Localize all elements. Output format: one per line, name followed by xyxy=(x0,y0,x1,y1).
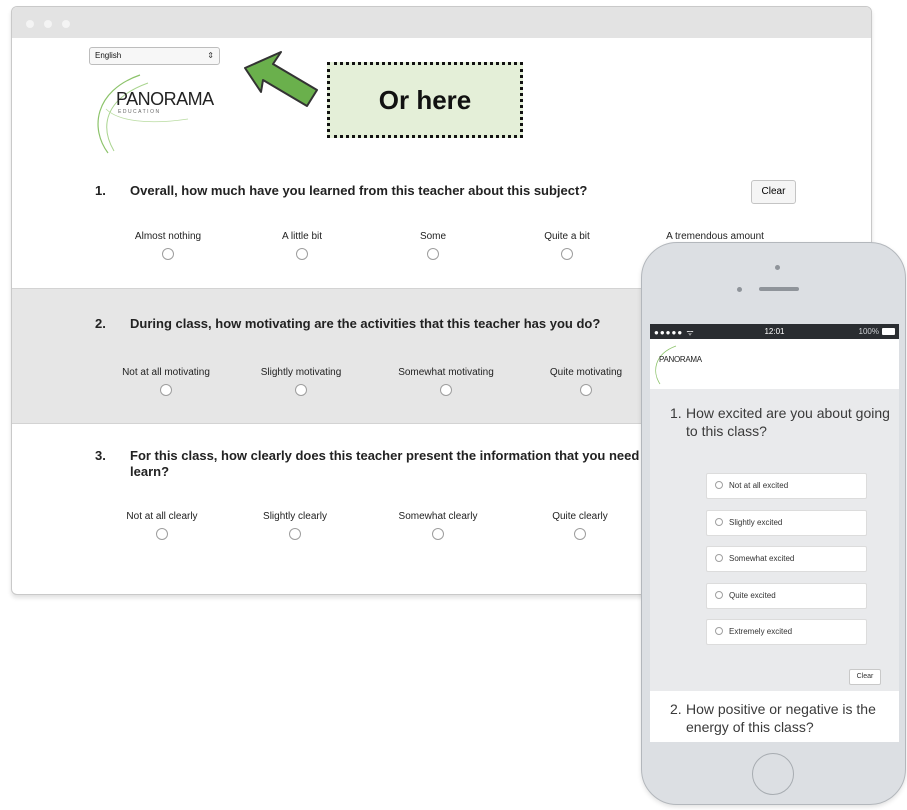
radio-button[interactable] xyxy=(574,528,586,540)
option-almost-nothing[interactable]: Almost nothing xyxy=(98,231,238,260)
mobile-logo: PANORAMA xyxy=(659,355,702,364)
question-number: 1. xyxy=(670,405,682,421)
option-slightly-motivating[interactable]: Slightly motivating xyxy=(231,367,371,396)
question-number: 3. xyxy=(95,448,106,463)
clear-button[interactable]: Clear xyxy=(751,180,796,204)
question-number: 2. xyxy=(670,701,682,717)
option-label: Slightly motivating xyxy=(260,367,342,378)
option-quite-clearly[interactable]: Quite clearly xyxy=(510,511,650,540)
logo-swoosh-icon xyxy=(655,345,677,385)
option-a-little-bit[interactable]: A little bit xyxy=(232,231,372,260)
window-close-dot[interactable] xyxy=(26,20,34,28)
question-text-line2: learn? xyxy=(130,464,170,479)
question-text: During class, how motivating are the act… xyxy=(130,316,601,331)
mobile-option-quite-excited[interactable]: Quite excited xyxy=(706,583,867,609)
phone-camera xyxy=(775,265,780,270)
option-not-at-all-clearly[interactable]: Not at all clearly xyxy=(92,511,232,540)
mobile-clear-button[interactable]: Clear xyxy=(849,669,881,685)
green-arrow-icon xyxy=(244,51,318,107)
window-minimize-dot[interactable] xyxy=(44,20,52,28)
radio-button[interactable] xyxy=(160,384,172,396)
radio-button[interactable] xyxy=(427,248,439,260)
option-label: Somewhat motivating xyxy=(398,367,494,378)
option-quite-motivating[interactable]: Quite motivating xyxy=(516,367,656,396)
language-select-value: English xyxy=(95,51,122,60)
mobile-question-2: 2. How positive or negative is the energ… xyxy=(670,700,895,736)
option-label: Somewhat excited xyxy=(729,554,795,563)
option-label: Not at all excited xyxy=(729,481,789,490)
option-label: Quite motivating xyxy=(549,367,623,378)
logo-subtitle: EDUCATION xyxy=(118,109,161,115)
radio-button[interactable] xyxy=(295,384,307,396)
phone-screen: ●●●●● ᯤ 12:01 100% PANORAMA 1. How excit… xyxy=(650,324,899,742)
radio-button[interactable] xyxy=(715,591,723,599)
radio-button[interactable] xyxy=(296,248,308,260)
option-label: Quite a bit xyxy=(544,231,590,242)
option-label: Not at all clearly xyxy=(126,511,198,522)
battery-icon xyxy=(882,328,895,335)
radio-button[interactable] xyxy=(162,248,174,260)
radio-button[interactable] xyxy=(289,528,301,540)
callout-text: Or here xyxy=(378,84,472,115)
radio-button[interactable] xyxy=(715,554,723,562)
option-label: A tremendous amount xyxy=(666,231,764,242)
question-text: How positive or negative is the energy o… xyxy=(686,701,876,735)
select-arrows-icon: ⇕ xyxy=(207,51,214,60)
option-label: Quite clearly xyxy=(552,511,608,522)
logo-swoosh-icon xyxy=(97,74,189,154)
option-label: Almost nothing xyxy=(134,231,202,242)
option-not-at-all-motivating[interactable]: Not at all motivating xyxy=(96,367,236,396)
question-text: How excited are you about going to this … xyxy=(686,405,890,439)
option-quite-a-bit[interactable]: Quite a bit xyxy=(497,231,637,260)
radio-button[interactable] xyxy=(440,384,452,396)
question-text-line1: For this class, how clearly does this te… xyxy=(130,448,648,463)
browser-titlebar xyxy=(12,7,871,38)
panorama-logo: PANORAMA EDUCATION xyxy=(88,69,248,155)
option-label: Somewhat clearly xyxy=(398,511,478,522)
radio-button[interactable] xyxy=(432,528,444,540)
option-slightly-clearly[interactable]: Slightly clearly xyxy=(225,511,365,540)
option-somewhat-motivating[interactable]: Somewhat motivating xyxy=(376,367,516,396)
option-label: A little bit xyxy=(281,231,323,242)
radio-button[interactable] xyxy=(156,528,168,540)
radio-button[interactable] xyxy=(580,384,592,396)
mobile-option-not-at-all-excited[interactable]: Not at all excited xyxy=(706,473,867,499)
phone-mockup: ●●●●● ᯤ 12:01 100% PANORAMA 1. How excit… xyxy=(641,242,906,805)
option-label: Not at all motivating xyxy=(122,367,210,378)
option-label: Slightly excited xyxy=(729,518,783,527)
option-somewhat-clearly[interactable]: Somewhat clearly xyxy=(368,511,508,540)
question-number: 1. xyxy=(95,183,106,198)
option-label: Slightly clearly xyxy=(263,511,327,522)
or-here-callout: Or here xyxy=(327,62,523,138)
radio-button[interactable] xyxy=(715,481,723,489)
phone-sensor xyxy=(737,287,742,292)
question-text: Overall, how much have you learned from … xyxy=(130,183,588,198)
radio-button[interactable] xyxy=(561,248,573,260)
option-label: Extremely excited xyxy=(729,627,793,636)
mobile-question-1: 1. How excited are you about going to th… xyxy=(670,404,895,440)
question-number: 2. xyxy=(95,316,106,331)
option-label: Quite excited xyxy=(729,591,776,600)
mobile-header: PANORAMA xyxy=(650,339,899,389)
phone-speaker xyxy=(759,287,799,291)
mobile-option-extremely-excited[interactable]: Extremely excited xyxy=(706,619,867,645)
option-label: Some xyxy=(419,231,447,242)
radio-button[interactable] xyxy=(715,627,723,635)
phone-status-bar: ●●●●● ᯤ 12:01 100% xyxy=(650,324,899,339)
option-some[interactable]: Some xyxy=(363,231,503,260)
logo-wordmark: PANORAMA xyxy=(116,89,214,109)
battery-percent: 100% xyxy=(858,327,879,336)
phone-home-button[interactable] xyxy=(752,753,794,795)
language-select[interactable]: English ⇕ xyxy=(89,47,220,65)
window-maximize-dot[interactable] xyxy=(62,20,70,28)
mobile-option-slightly-excited[interactable]: Slightly excited xyxy=(706,510,867,536)
radio-button[interactable] xyxy=(715,518,723,526)
mobile-option-somewhat-excited[interactable]: Somewhat excited xyxy=(706,546,867,572)
